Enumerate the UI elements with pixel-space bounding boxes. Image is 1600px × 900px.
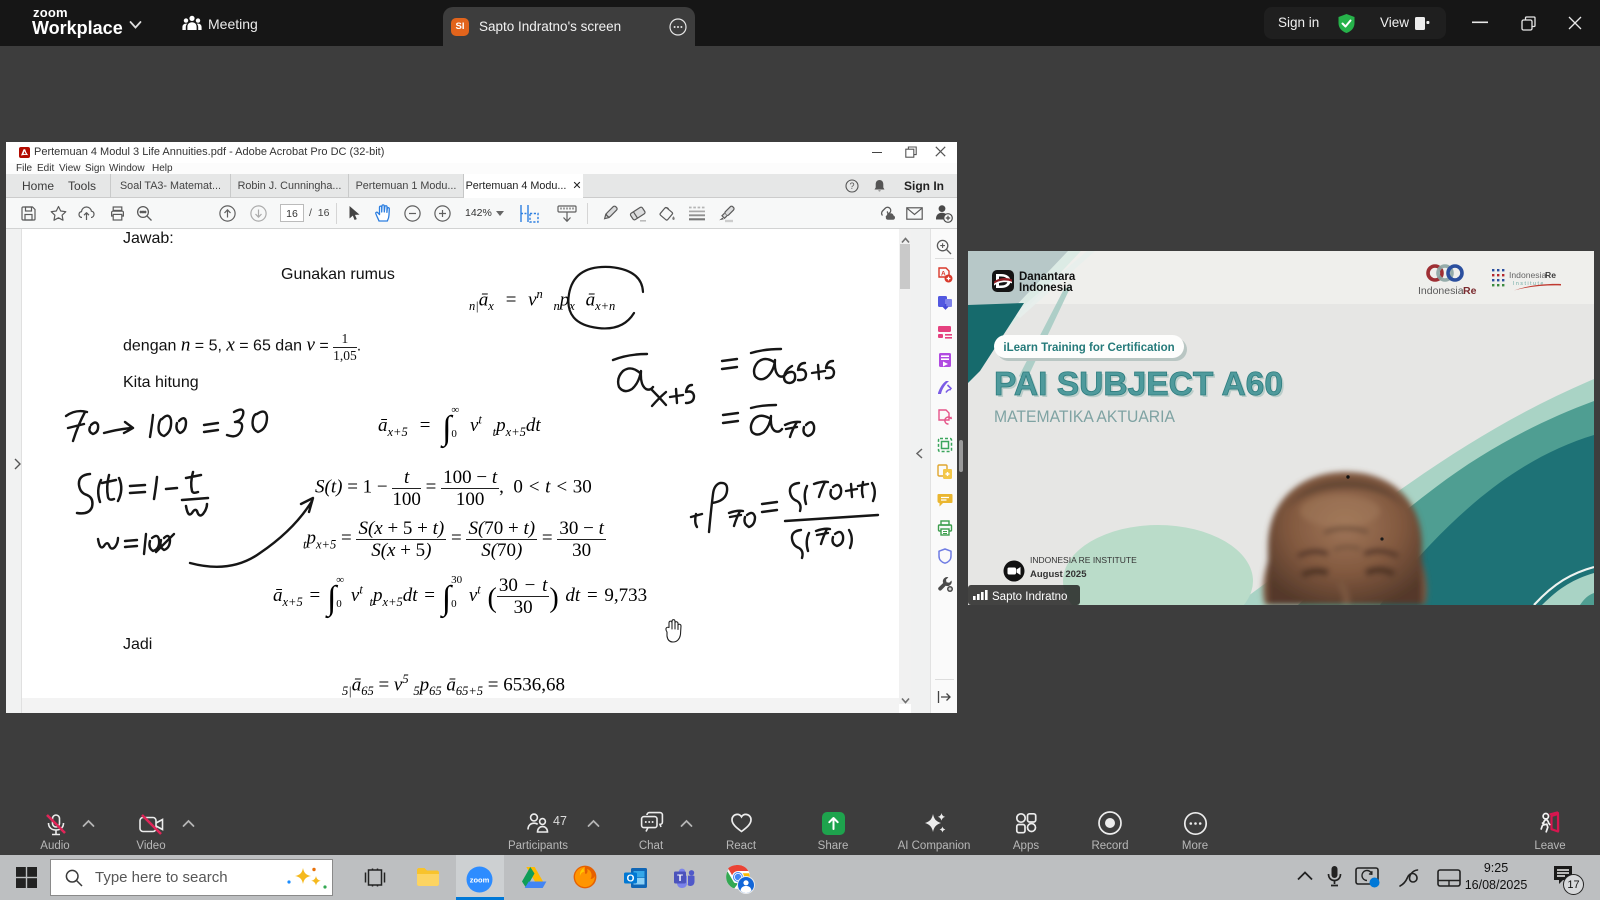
svg-text:Indonesia: Indonesia (1418, 285, 1464, 297)
svg-text:Indonesia: Indonesia (1509, 270, 1546, 280)
svg-text:MATEMATIKA AKTUARIA: MATEMATIKA AKTUARIA (994, 408, 1175, 426)
svg-text:iLearn Training for Certificat: iLearn Training for Certification (1003, 342, 1174, 354)
svg-text:Institute: Institute (1513, 281, 1545, 287)
svg-text:T: T (677, 873, 683, 884)
svg-text:Re: Re (1545, 270, 1556, 280)
svg-text:INDONESIA RE INSTITUTE: INDONESIA RE INSTITUTE (1030, 555, 1137, 565)
svg-text:?: ? (849, 181, 854, 191)
svg-text:Indonesia: Indonesia (1019, 282, 1073, 294)
svg-text:Sapto Indratno: Sapto Indratno (992, 591, 1067, 603)
svg-text:Re: Re (1463, 285, 1477, 297)
svg-text:August 2025: August 2025 (1030, 569, 1087, 580)
svg-text:O: O (627, 874, 635, 885)
svg-text:PAI SUBJECT A60: PAI SUBJECT A60 (994, 365, 1283, 402)
svg-text:zoom: zoom (470, 876, 490, 885)
